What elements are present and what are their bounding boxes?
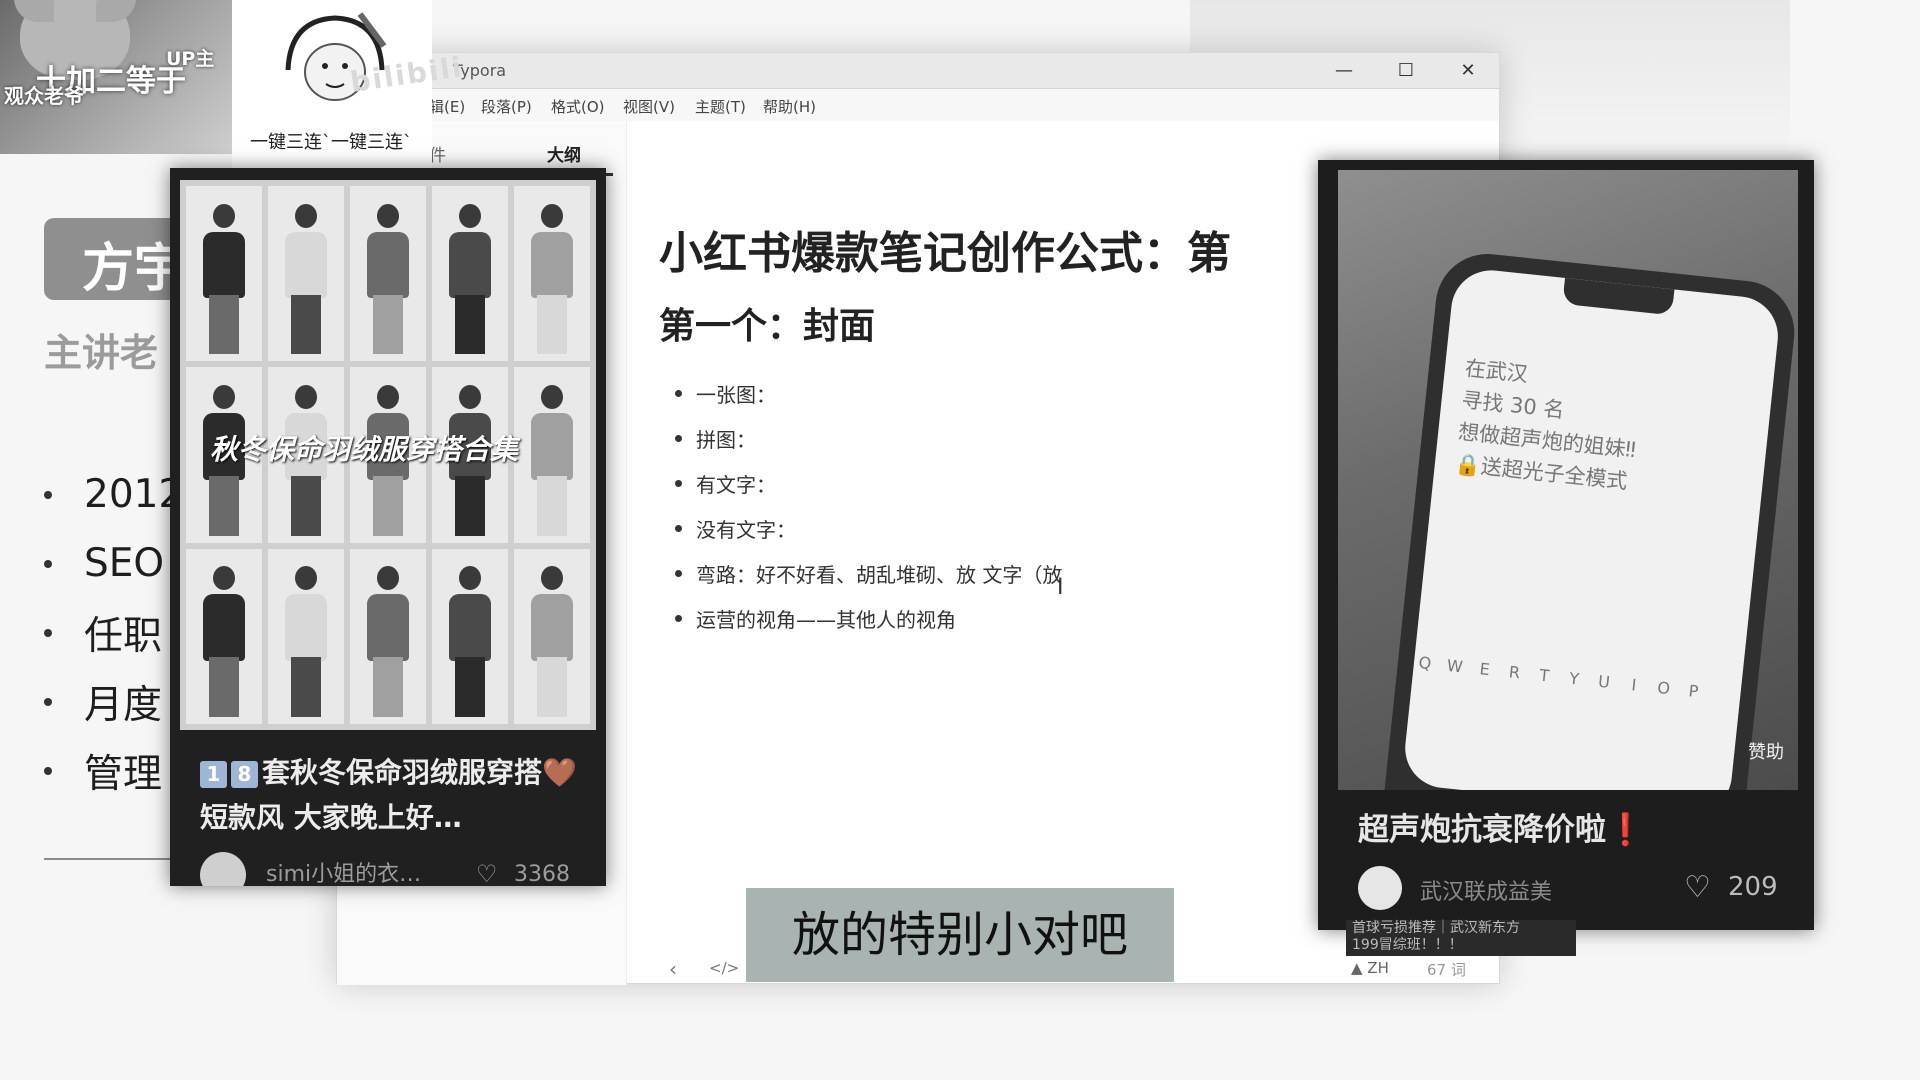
- document-heading-1: 小红书爆款笔记创作公式：第: [659, 228, 1231, 279]
- slide-title: 方宇: [44, 218, 184, 300]
- outfit-photo: [350, 548, 426, 724]
- list-item: 运营的视角——其他人的视角: [675, 596, 1062, 641]
- uploader-avatar-overlay: 十加二等于 UP主 观众老爷: [0, 0, 232, 154]
- word-count[interactable]: 67 词: [1427, 959, 1466, 980]
- bullet-icon: [675, 480, 682, 487]
- menu-help[interactable]: 帮助(H): [763, 96, 816, 117]
- tab-outline[interactable]: 大纲: [547, 141, 581, 166]
- outfit-photo: [514, 548, 590, 724]
- bullet-icon: [675, 570, 682, 577]
- slide-bullet: 2012: [44, 460, 184, 529]
- outfit-photo: [268, 548, 344, 724]
- language-indicator[interactable]: ▲ ZH: [1351, 959, 1389, 977]
- phone-icon: 在武汉 寻找 30 名 想做超声炮的姐妹‼ 🔒送超光子全模式 QWERTYUIO…: [1376, 248, 1798, 790]
- outfit-photo: [186, 548, 262, 724]
- outfit-photo: [514, 367, 590, 543]
- peek-card[interactable]: 首球亏损推荐｜武汉新东方 199冒综班！！！: [1346, 920, 1576, 956]
- outfit-photo: [432, 186, 508, 362]
- menu-paragraph[interactable]: 段落(P): [481, 96, 532, 117]
- bullet-icon: [44, 766, 52, 775]
- number-badge: 8: [231, 760, 258, 788]
- back-button[interactable]: ‹: [669, 957, 677, 981]
- phone-message: 在武汉 寻找 30 名 想做超声炮的姐妹‼ 🔒送超光子全模式: [1453, 356, 1637, 494]
- heart-icon[interactable]: ♡: [1684, 870, 1711, 905]
- document-heading-2: 第一个：封面: [659, 306, 876, 347]
- list-item: 一张图：: [675, 371, 1062, 416]
- up-owner-tag: UP主: [166, 48, 215, 70]
- sticker-caption: 一键三连`一键三连`: [250, 132, 412, 153]
- slide-subtitle: 主讲老: [44, 331, 159, 375]
- author-name[interactable]: simi小姐的衣…: [266, 856, 421, 886]
- bullet-icon: [44, 697, 52, 706]
- menu-bar: 辑(E) 段落(P) 格式(O) 视图(V) 主题(T) 帮助(H): [337, 89, 1499, 121]
- source-mode-button[interactable]: </>: [709, 959, 739, 977]
- slide-bullet: 任职: [44, 598, 184, 667]
- slide-bullet: SEO: [44, 529, 184, 598]
- document-list: 一张图： 拼图： 有文字： 没有文字： 弯路：好不好看、胡乱堆砌、放 文字（放 …: [675, 371, 1062, 641]
- list-item: 拼图：: [675, 416, 1062, 461]
- number-badge: 1: [200, 760, 227, 788]
- outfit-photo: [514, 186, 590, 362]
- viewers-greeting: 观众老爷: [4, 84, 84, 108]
- like-count: 209: [1728, 872, 1778, 902]
- maximize-button[interactable]: ☐: [1375, 53, 1437, 89]
- bullet-icon: [675, 435, 682, 442]
- menu-theme[interactable]: 主题(T): [695, 96, 746, 117]
- avatar[interactable]: [1358, 866, 1402, 910]
- outfit-photo: [350, 186, 426, 362]
- menu-format[interactable]: 格式(O): [551, 96, 605, 117]
- note-card-right[interactable]: 在武汉 寻找 30 名 想做超声炮的姐妹‼ 🔒送超光子全模式 QWERTYUIO…: [1318, 160, 1814, 930]
- heart-icon[interactable]: ♡: [476, 860, 498, 886]
- outfit-photo: [186, 186, 262, 362]
- slide-bullet: 管理: [44, 736, 184, 805]
- bullet-icon: [44, 628, 52, 637]
- bullet-icon: [675, 390, 682, 397]
- peek-card-text: 首球亏损推荐｜武汉新东方 199冒综班！！！: [1352, 920, 1520, 953]
- outfit-photo: [268, 186, 344, 362]
- close-button[interactable]: ✕: [1437, 53, 1499, 89]
- text-cursor-icon: I: [1057, 575, 1064, 600]
- bullet-icon: [675, 615, 682, 622]
- list-item: 没有文字：: [675, 506, 1062, 551]
- phone-photo: 在武汉 寻找 30 名 想做超声炮的姐妹‼ 🔒送超光子全模式 QWERTYUIO…: [1338, 170, 1798, 790]
- bullet-icon: [675, 525, 682, 532]
- slide-bullet-list: 2012 SEO 任职 月度 管理: [44, 460, 184, 805]
- bullet-icon: [44, 559, 52, 568]
- list-item: 弯路：好不好看、胡乱堆砌、放 文字（放: [675, 551, 1062, 596]
- appreciate-label: 赞助: [1748, 742, 1784, 763]
- note-title: 1 8 套秋冬保命羽绒服穿搭🤎短款风 大家晚上好…: [200, 756, 577, 834]
- like-count: 3368: [514, 862, 570, 886]
- author-name[interactable]: 武汉联成益美: [1420, 874, 1552, 906]
- menu-view[interactable]: 视图(V): [623, 96, 675, 117]
- avatar[interactable]: [200, 852, 246, 886]
- note-card-left[interactable]: 秋冬保命羽绒服穿搭合集 1 8 套秋冬保命羽绒服穿搭🤎短款风 大家晚上好… simi…: [170, 168, 606, 886]
- video-subtitle: 放的特别小对吧: [746, 888, 1174, 982]
- collage-overlay-text: 秋冬保命羽绒服穿搭合集: [210, 433, 519, 466]
- note-title: 超声炮抗衰降价啦❗: [1358, 812, 1645, 848]
- window-titlebar[interactable]: Typora — ☐ ✕: [337, 53, 1499, 89]
- outfit-photo: [432, 548, 508, 724]
- bullet-icon: [44, 490, 52, 499]
- slide-bullet: 月度: [44, 667, 184, 736]
- phone-notch: [1562, 277, 1675, 316]
- minimize-button[interactable]: —: [1313, 53, 1375, 89]
- menu-edit[interactable]: 辑(E): [429, 96, 465, 117]
- list-item: 有文字：: [675, 461, 1062, 506]
